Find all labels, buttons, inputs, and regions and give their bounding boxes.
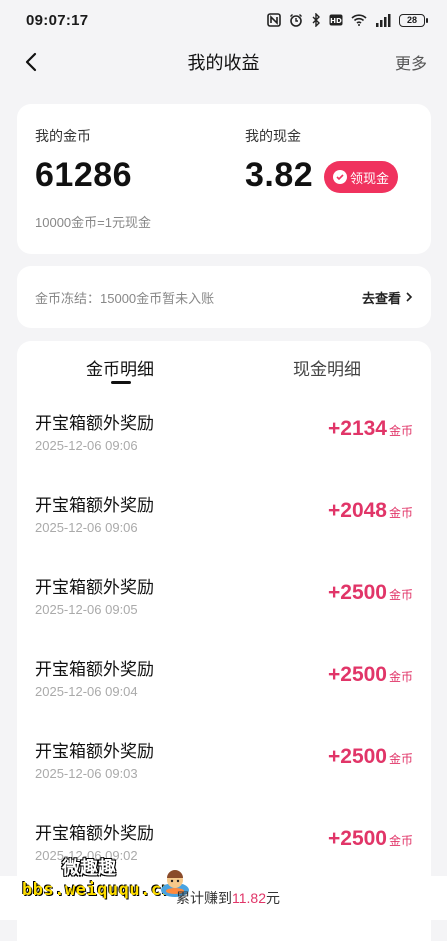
- bluetooth-icon: [311, 13, 321, 27]
- record-amount-value: +2500: [328, 745, 387, 768]
- record-amount-unit: 金币: [388, 588, 413, 602]
- detail-tabs: 金币明细 现金明细: [17, 341, 431, 391]
- total-earned-prefix: 累计赚到: [176, 890, 232, 906]
- status-icons: HD 28: [267, 13, 428, 27]
- wallet-icon: [332, 170, 347, 184]
- coins-label: 我的金币: [35, 128, 91, 144]
- record-row[interactable]: 开宝箱额外奖励 2025-12-06 09:03 +2500 金币: [17, 737, 431, 819]
- record-amount-unit: 金币: [388, 834, 413, 848]
- tab-coin-details[interactable]: 金币明细: [86, 355, 154, 380]
- svg-text:HD: HD: [330, 17, 342, 25]
- record-amount: +2134 金币: [328, 417, 413, 441]
- withdraw-cash-button[interactable]: 领现金: [324, 161, 398, 193]
- record-amount: +2500 金币: [328, 745, 413, 769]
- cash-value: 3.82: [245, 156, 314, 194]
- record-time: 2025-12-06 09:06: [35, 438, 138, 453]
- detail-card: 金币明细 现金明细 开宝箱额外奖励 2025-12-06 09:06 +2134…: [17, 341, 431, 941]
- record-title: 开宝箱额外奖励: [35, 496, 154, 515]
- total-earned-suffix: 元: [266, 890, 280, 906]
- record-time: 2025-12-06 09:05: [35, 602, 138, 617]
- status-time: 09:07:17: [26, 11, 89, 29]
- total-earned-text: 累计赚到11.82元: [176, 888, 280, 908]
- frozen-coins-info: 金币冻结：15000金币暂未入账: [35, 290, 215, 306]
- record-amount-value: +2500: [328, 827, 387, 850]
- record-amount-unit: 金币: [388, 670, 413, 684]
- hd-icon: HD: [329, 14, 343, 26]
- record-amount-value: +2500: [328, 663, 387, 686]
- view-frozen-button[interactable]: 去查看: [362, 288, 413, 307]
- record-amount: +2500 金币: [328, 581, 413, 605]
- alarm-icon: [289, 13, 303, 27]
- cash-label: 我的现金: [245, 128, 301, 144]
- coins-value: 61286: [35, 156, 133, 194]
- record-amount-unit: 金币: [388, 424, 413, 438]
- record-time: 2025-12-06 09:06: [35, 520, 138, 535]
- wifi-icon: [351, 14, 367, 26]
- record-amount-unit: 金币: [388, 752, 413, 766]
- record-title: 开宝箱额外奖励: [35, 742, 154, 761]
- frozen-coins-card: 金币冻结：15000金币暂未入账 去查看: [17, 266, 431, 328]
- record-amount-value: +2134: [328, 417, 387, 440]
- record-time: 2025-12-06 09:04: [35, 684, 138, 699]
- withdraw-cash-label: 领现金: [349, 170, 389, 186]
- exchange-rate-text: 10000金币=1元现金: [35, 215, 151, 230]
- battery-icon: 28: [399, 13, 428, 27]
- back-icon[interactable]: [20, 50, 44, 74]
- record-time: 2025-12-06 09:03: [35, 766, 138, 781]
- record-row[interactable]: 开宝箱额外奖励 2025-12-06 09:06 +2048 金币: [17, 491, 431, 573]
- watermark-site: bbs.weiququ.cn: [22, 880, 173, 900]
- signal-icon: [375, 13, 391, 27]
- active-tab-indicator: [111, 381, 131, 384]
- record-amount: +2048 金币: [328, 499, 413, 523]
- record-row[interactable]: 开宝箱额外奖励 2025-12-06 09:04 +2500 金币: [17, 655, 431, 737]
- record-title: 开宝箱额外奖励: [35, 578, 154, 597]
- record-amount: +2500 金币: [328, 663, 413, 687]
- record-title: 开宝箱额外奖励: [35, 660, 154, 679]
- watermark-brand: 微趣趣: [62, 858, 116, 878]
- earnings-summary-card: 我的金币 61286 我的现金 3.82 领现金 10000金币=1元现金: [17, 104, 431, 254]
- nfc-icon: [267, 13, 281, 27]
- bottom-earnings-bar: 微趣趣 bbs.weiququ.cn 累计赚到11.82元: [0, 858, 447, 920]
- total-earned-amount: 11.82: [232, 890, 266, 906]
- view-frozen-label: 去查看: [361, 290, 401, 306]
- record-amount: +2500 金币: [328, 827, 413, 851]
- chevron-right-icon: [406, 292, 413, 302]
- record-row[interactable]: 开宝箱额外奖励 2025-12-06 09:06 +2134 金币: [17, 409, 431, 491]
- record-amount-unit: 金币: [388, 506, 413, 520]
- nav-bar: 我的收益 更多: [0, 40, 447, 84]
- record-title: 开宝箱额外奖励: [35, 414, 154, 433]
- record-row[interactable]: 开宝箱额外奖励 2025-12-06 09:05 +2500 金币: [17, 573, 431, 655]
- page-title: 我的收益: [187, 53, 260, 73]
- tab-cash-details[interactable]: 现金明细: [293, 355, 361, 380]
- record-amount-value: +2048: [328, 499, 387, 522]
- status-bar: 09:07:17 HD 28: [0, 0, 447, 40]
- record-amount-value: +2500: [328, 581, 387, 604]
- more-button[interactable]: 更多: [395, 50, 427, 74]
- record-title: 开宝箱额外奖励: [35, 824, 154, 843]
